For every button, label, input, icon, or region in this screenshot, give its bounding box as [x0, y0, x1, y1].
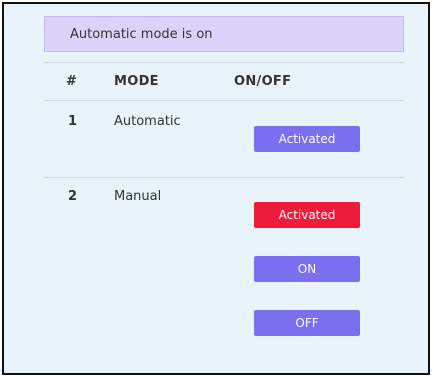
row-index: 1: [68, 114, 78, 129]
manual-activated-button[interactable]: Activated: [254, 202, 360, 228]
status-banner: Automatic mode is on: [44, 16, 404, 52]
mode-panel: Automatic mode is on # MODE ON/OFF 1 Aut…: [2, 2, 430, 375]
automatic-activated-button[interactable]: Activated: [254, 126, 360, 152]
divider: [44, 62, 404, 63]
row-mode-automatic: Automatic: [114, 114, 181, 129]
row-index: 2: [68, 189, 78, 204]
manual-on-button[interactable]: ON: [254, 256, 360, 282]
status-banner-text: Automatic mode is on: [70, 26, 213, 42]
row-mode-manual: Manual: [114, 189, 162, 204]
divider: [44, 177, 404, 178]
manual-off-button[interactable]: OFF: [254, 310, 360, 336]
divider: [44, 100, 404, 101]
column-header-on-off: ON/OFF: [234, 74, 292, 89]
column-header-mode: MODE: [114, 74, 159, 89]
column-header-index: #: [66, 74, 78, 89]
